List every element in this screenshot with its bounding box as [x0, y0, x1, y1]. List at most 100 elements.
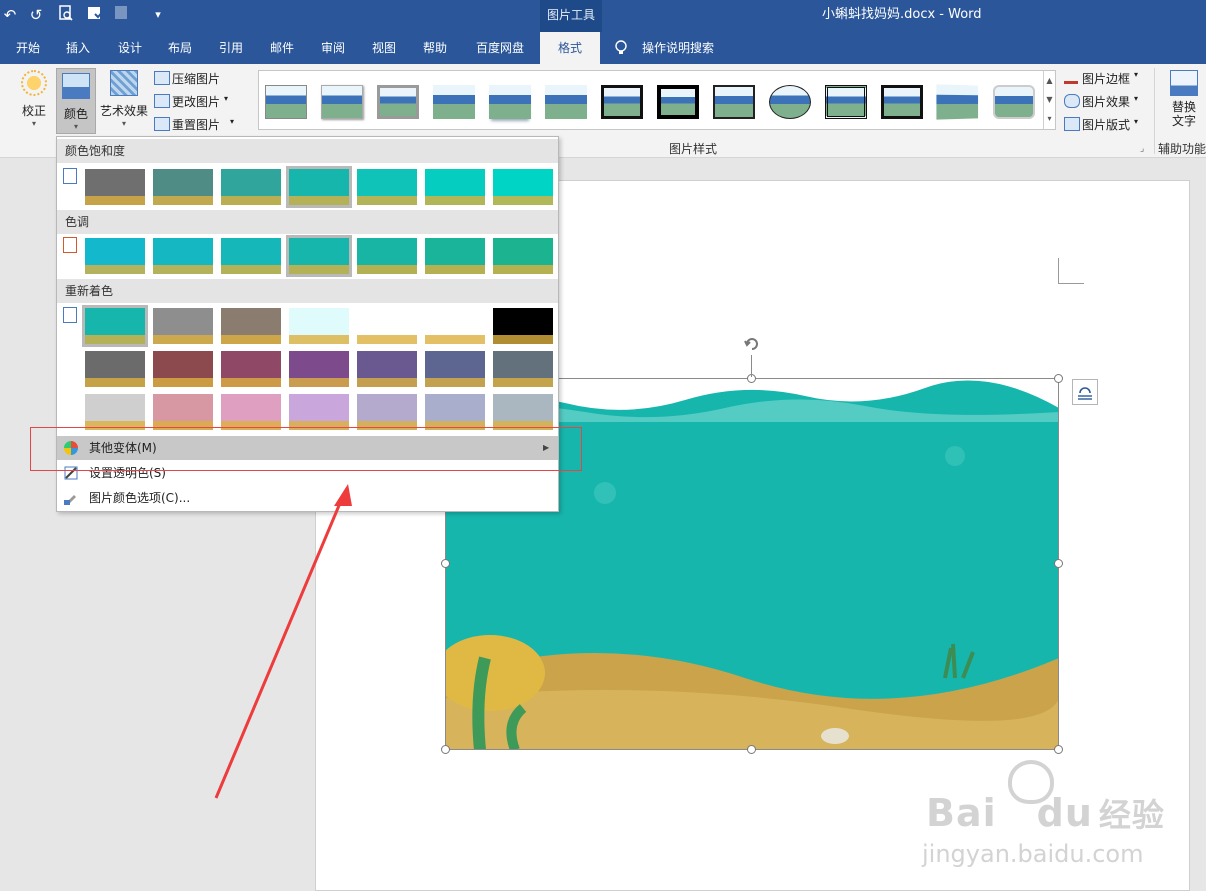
picture-border-dropdown-icon[interactable]: ▾: [1134, 70, 1138, 79]
picture-layout-button[interactable]: 图片版式: [1082, 116, 1130, 133]
resize-handle-r[interactable]: [1054, 559, 1063, 568]
tab-review[interactable]: 审阅: [313, 32, 353, 64]
rotate-handle-icon[interactable]: [742, 334, 762, 354]
dialog-launcher-icon[interactable]: ⌟: [1140, 144, 1144, 154]
style-thumb[interactable]: [265, 85, 307, 119]
tab-help[interactable]: 帮助: [415, 32, 455, 64]
recolor-swatch[interactable]: [357, 394, 417, 430]
tell-me-search[interactable]: 操作说明搜索: [642, 32, 714, 64]
style-thumb[interactable]: [321, 85, 363, 119]
style-thumb[interactable]: [881, 85, 923, 119]
recolor-swatch[interactable]: [493, 351, 553, 387]
watermark-brand-2: du: [1036, 791, 1093, 835]
saturation-33-swatch[interactable]: [153, 169, 213, 205]
recolor-swatch[interactable]: [289, 308, 349, 344]
recolor-swatch[interactable]: [221, 308, 281, 344]
tone-swatch[interactable]: [286, 235, 352, 277]
style-thumb[interactable]: [545, 85, 587, 119]
artistic-effects-button[interactable]: 艺术效果 ▾: [98, 70, 150, 134]
tab-baidu-netdisk[interactable]: 百度网盘: [468, 32, 532, 64]
gallery-scroll-buttons[interactable]: ▲ ▼ ▾: [1043, 71, 1055, 129]
recolor-swatch[interactable]: [357, 308, 417, 344]
tone-swatch[interactable]: [221, 238, 281, 274]
title-bar: ↶ ↺ ▾ 图片工具 小蝌蚪找妈妈.docx - Word: [0, 0, 1206, 32]
picture-border-button[interactable]: 图片边框: [1082, 70, 1130, 87]
tab-insert[interactable]: 插入: [58, 32, 98, 64]
saturation-300-swatch[interactable]: [425, 169, 485, 205]
change-picture-button[interactable]: 更改图片: [172, 93, 220, 110]
alt-text-label-2: 文字: [1171, 114, 1196, 128]
resize-handle-b[interactable]: [747, 745, 756, 754]
recolor-swatch[interactable]: [289, 394, 349, 430]
picture-layout-icon: [1064, 117, 1080, 131]
print-preview-icon[interactable]: [56, 5, 76, 25]
tone-swatch[interactable]: [493, 238, 553, 274]
recolor-swatch[interactable]: [153, 351, 213, 387]
picture-effects-dropdown-icon[interactable]: ▾: [1134, 94, 1138, 103]
saturation-0-swatch[interactable]: [85, 169, 145, 205]
picture-layout-dropdown-icon[interactable]: ▾: [1134, 117, 1138, 126]
layout-options-icon[interactable]: [1072, 379, 1098, 405]
tone-swatch[interactable]: [425, 238, 485, 274]
recolor-swatch[interactable]: [85, 351, 145, 387]
style-thumb[interactable]: [825, 85, 867, 119]
tone-swatch[interactable]: [153, 238, 213, 274]
recolor-swatch[interactable]: [85, 394, 145, 430]
change-picture-dropdown-icon[interactable]: ▾: [224, 94, 228, 103]
style-thumb[interactable]: [993, 85, 1035, 119]
tab-format[interactable]: 格式: [540, 32, 600, 64]
customize-qat-icon[interactable]: ▾: [148, 5, 168, 25]
color-button[interactable]: 颜色 ▾: [56, 68, 96, 134]
recolor-swatch[interactable]: [153, 394, 213, 430]
saturation-200-swatch[interactable]: [357, 169, 417, 205]
recolor-swatch[interactable]: [221, 351, 281, 387]
corrections-button[interactable]: 校正 ▾: [14, 70, 54, 134]
reset-picture-button[interactable]: 重置图片: [172, 116, 220, 133]
recolor-swatch[interactable]: [357, 351, 417, 387]
style-thumb[interactable]: [377, 85, 419, 119]
change-picture-icon: [154, 94, 170, 108]
recolor-swatch[interactable]: [493, 308, 553, 344]
tone-icon: [63, 237, 77, 253]
undo-icon[interactable]: ↶: [0, 5, 20, 25]
style-thumb[interactable]: [936, 84, 979, 120]
tab-design[interactable]: 设计: [110, 32, 150, 64]
alt-text-button[interactable]: 替换 文字: [1164, 70, 1204, 134]
picture-styles-gallery[interactable]: ▲ ▼ ▾: [258, 70, 1056, 130]
save-check-icon[interactable]: [86, 5, 106, 25]
recolor-swatch[interactable]: [289, 351, 349, 387]
recolor-swatch[interactable]: [493, 394, 553, 430]
style-thumb[interactable]: [713, 85, 755, 119]
tab-layout[interactable]: 布局: [160, 32, 200, 64]
picture-effects-button[interactable]: 图片效果: [1082, 93, 1130, 110]
recolor-swatch[interactable]: [82, 305, 148, 347]
style-thumb[interactable]: [657, 85, 699, 119]
recolor-swatch[interactable]: [425, 308, 485, 344]
style-thumb[interactable]: [489, 85, 531, 119]
tab-mailings[interactable]: 邮件: [262, 32, 302, 64]
style-thumb[interactable]: [769, 85, 811, 119]
style-thumb[interactable]: [601, 85, 643, 119]
style-thumb[interactable]: [433, 85, 475, 119]
compress-pictures-button[interactable]: 压缩图片: [172, 70, 220, 87]
saturation-100-swatch[interactable]: [286, 166, 352, 208]
redo-icon[interactable]: ↺: [26, 5, 46, 25]
alt-text-icon: [1170, 70, 1198, 96]
resize-handle-bl[interactable]: [441, 745, 450, 754]
recolor-swatch[interactable]: [425, 351, 485, 387]
tab-references[interactable]: 引用: [211, 32, 251, 64]
reset-picture-dropdown-icon[interactable]: ▾: [230, 117, 234, 126]
resize-handle-br[interactable]: [1054, 745, 1063, 754]
tab-home[interactable]: 开始: [8, 32, 48, 64]
resize-handle-tr[interactable]: [1054, 374, 1063, 383]
tone-swatch[interactable]: [85, 238, 145, 274]
recolor-swatch[interactable]: [153, 308, 213, 344]
saturation-400-swatch[interactable]: [493, 169, 553, 205]
tone-swatch[interactable]: [357, 238, 417, 274]
tab-view[interactable]: 视图: [364, 32, 404, 64]
recolor-swatch[interactable]: [425, 394, 485, 430]
recolor-swatch[interactable]: [221, 394, 281, 430]
document-icon[interactable]: [112, 5, 132, 25]
saturation-66-swatch[interactable]: [221, 169, 281, 205]
resize-handle-l[interactable]: [441, 559, 450, 568]
